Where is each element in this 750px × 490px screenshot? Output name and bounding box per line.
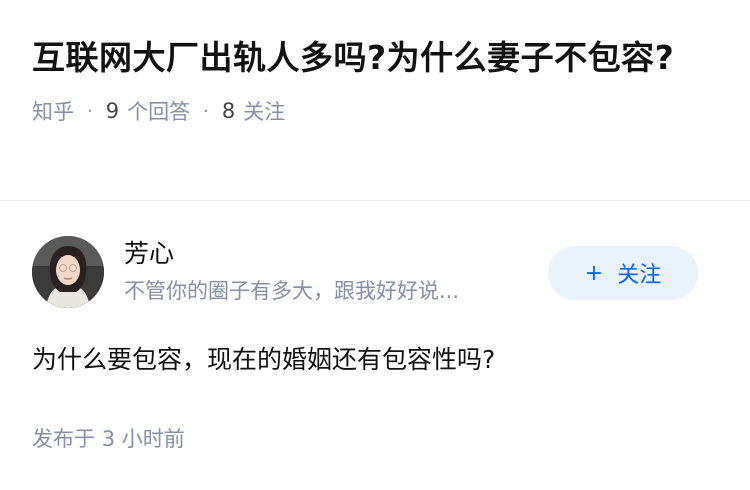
- question-source[interactable]: 知乎: [32, 96, 74, 126]
- section-divider: [0, 200, 750, 201]
- answer-count-label[interactable]: 个回答: [127, 96, 190, 126]
- publish-label: 发布于: [32, 427, 95, 451]
- author-card: 芳心 不管你的圈子有多大，跟我好好说... + 关注: [32, 236, 718, 308]
- publish-time-unit: 小时前: [121, 427, 185, 451]
- question-meta: 知乎 · 9 个回答 · 8 关注: [32, 96, 718, 126]
- avatar[interactable]: [32, 236, 104, 308]
- follow-button-label: 关注: [617, 263, 662, 288]
- avatar-image: [32, 236, 104, 308]
- author-bio: 不管你的圈子有多大，跟我好好说...: [124, 279, 460, 303]
- author-name[interactable]: 芳心: [124, 237, 544, 271]
- meta-separator: ·: [203, 100, 209, 122]
- answer-count: 9: [105, 99, 120, 123]
- meta-separator: ·: [87, 100, 93, 122]
- plus-icon: +: [584, 260, 604, 286]
- follower-count: 8: [221, 99, 236, 123]
- answer-page: 互联网大厂出轨人多吗?为什么妻子不包容? 知乎 · 9 个回答 · 8 关注 芳…: [0, 0, 750, 490]
- answer-content[interactable]: 为什么要包容，现在的婚姻还有包容性吗?: [32, 340, 495, 380]
- follow-button[interactable]: + 关注: [548, 246, 698, 300]
- author-info: 芳心 不管你的圈子有多大，跟我好好说...: [124, 237, 544, 307]
- question-title[interactable]: 互联网大厂出轨人多吗?为什么妻子不包容?: [32, 34, 692, 82]
- publish-time-value: 3: [101, 427, 116, 451]
- question-header: 互联网大厂出轨人多吗?为什么妻子不包容? 知乎 · 9 个回答 · 8 关注: [0, 0, 750, 126]
- answer-timestamp: 发布于 3 小时前: [32, 423, 185, 453]
- follower-count-label: 关注: [243, 100, 286, 124]
